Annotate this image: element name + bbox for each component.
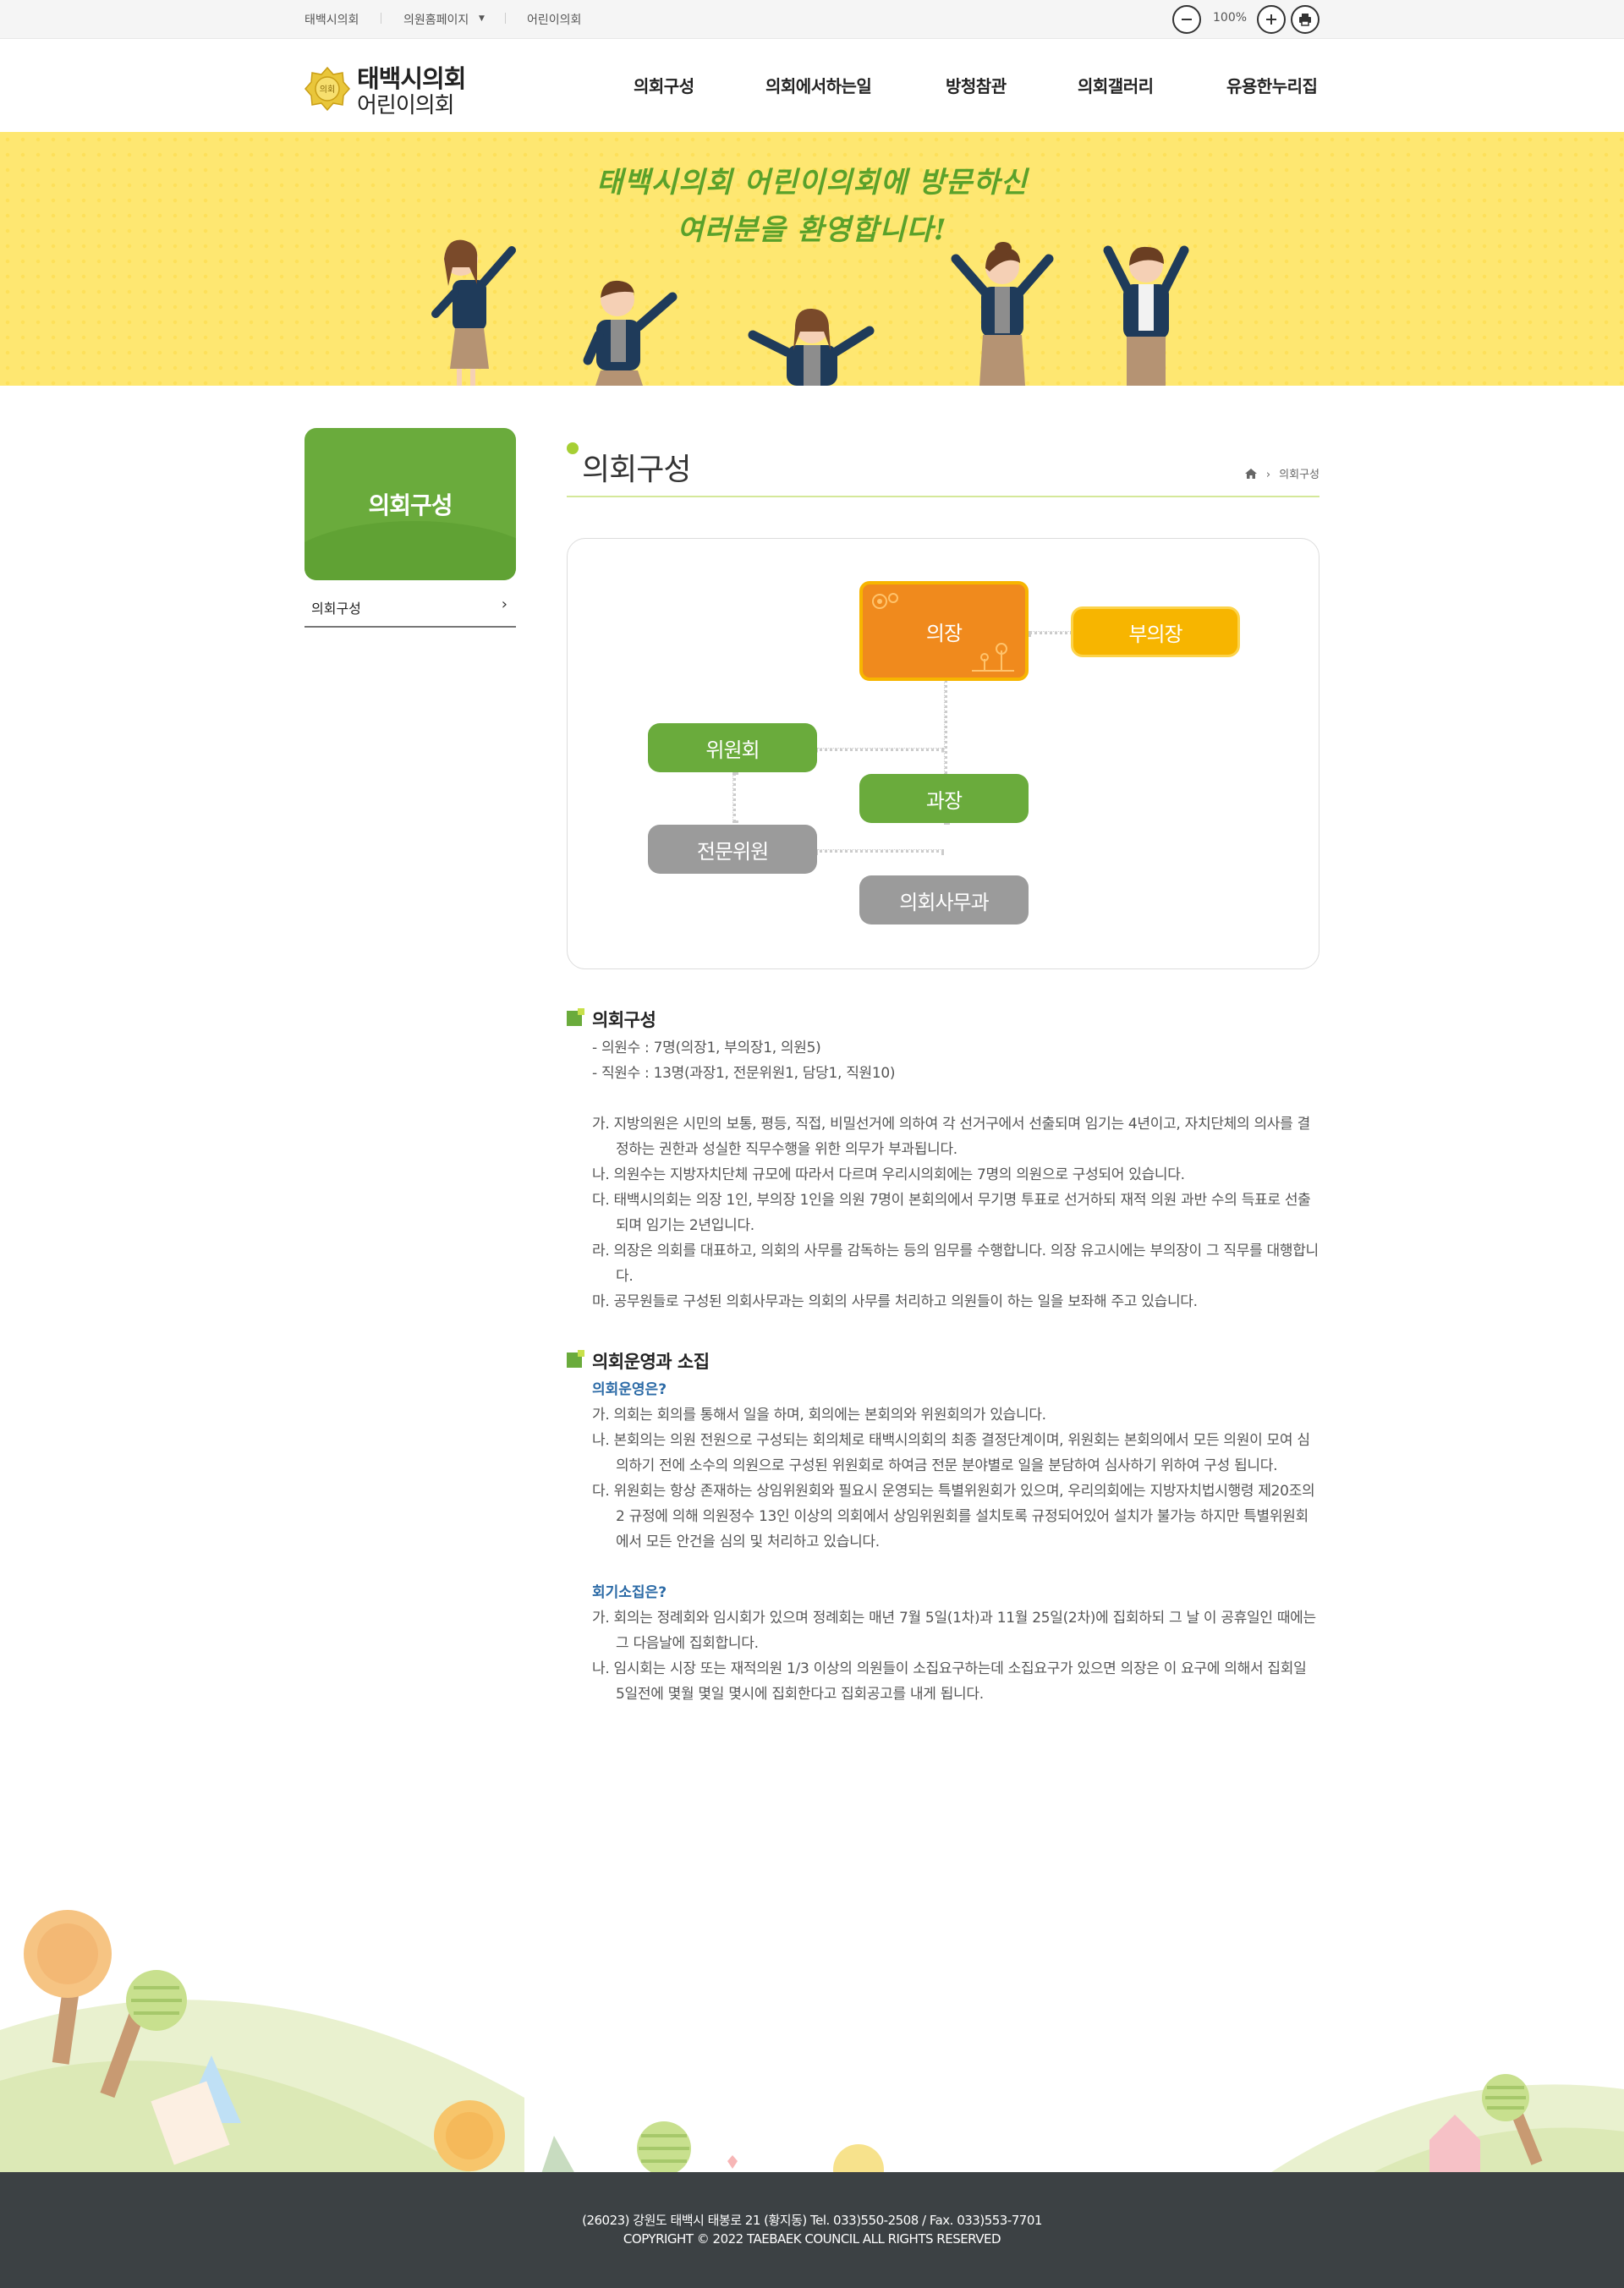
title-underline (567, 496, 1320, 497)
org-chart: 의장 부의장 위원회 과장 전문위원 의회사무과 (567, 538, 1320, 969)
summary-line: - 의원수 : 7명(의장1, 부의장1, 의원5) (592, 1040, 821, 1056)
logo-subtitle: 어린이의회 (357, 93, 455, 118)
connector-line (732, 772, 736, 823)
org-label-specialist: 전문위원 (696, 839, 769, 864)
plus-icon (1266, 14, 1276, 25)
student-illustration (1103, 245, 1189, 386)
breadcrumb: › 의회구성 (1244, 465, 1320, 481)
zoom-in-button[interactable] (1257, 5, 1286, 34)
site-logo[interactable]: 의회 태백시의회 어린이의회 (304, 58, 482, 118)
list-item: 마. 공무원들로 구성된 의회사무과는 의회의 사무를 처리하고 의원들이 하는… (592, 1293, 1198, 1310)
org-box-specialist: 전문위원 (648, 825, 817, 874)
caret-down-icon[interactable]: ▼ (479, 14, 485, 23)
council-emblem-icon: 의회 (304, 66, 350, 112)
nav-item-gallery[interactable]: 의회갤러리 (1078, 73, 1154, 97)
list-item: 나. 의원수는 지방자치단체 규모에 따라서 다르며 우리시의회에는 7명의 의… (592, 1166, 1185, 1183)
list-item: 다. 위원회는 항상 존재하는 상임위원회와 필요시 운영되는 특별위원회가 있… (592, 1483, 1315, 1550)
subheading: 회기소집은? (592, 1584, 667, 1601)
page-title: 의회구성 (582, 453, 691, 487)
zoom-level: 100% (1213, 11, 1248, 25)
org-label-committee: 위원회 (705, 738, 760, 762)
sidebar-item-council-composition[interactable]: 의회구성 › (304, 580, 516, 628)
title-bullet (567, 442, 579, 454)
sidebar: 의회구성 의회구성 › (304, 428, 516, 628)
org-box-committee: 위원회 (648, 723, 817, 772)
section-council-composition: 의회구성 - 의원수 : 7명(의장1, 부의장1, 의원5) - 직원수 : … (567, 1007, 1320, 1314)
footer-copyright: COPYRIGHT © 2022 TAEBAEK COUNCIL ALL RIG… (623, 2231, 1001, 2247)
list-item: 가. 지방의원은 시민의 보통, 평등, 직접, 비밀선거에 의하여 각 선거구… (592, 1116, 1310, 1158)
summary-line: - 직원수 : 13명(과장1, 전문위원1, 담당1, 직원10) (592, 1065, 896, 1082)
home-icon[interactable] (1244, 468, 1258, 480)
org-box-vice-chair: 부의장 (1071, 606, 1240, 657)
sidebar-item-label: 의회구성 (311, 601, 361, 617)
topbar-link-council[interactable]: 태백시의회 (304, 11, 359, 28)
org-box-secretariat: 의회사무과 (859, 875, 1029, 925)
org-label-vice-chair: 부의장 (1128, 622, 1182, 646)
org-box-chair: 의장 (859, 581, 1029, 681)
org-label-secretariat: 의회사무과 (899, 890, 989, 914)
sidebar-title-box: 의회구성 (304, 428, 516, 580)
section-council-operation: 의회운영과 소집 의회운영은? 가. 의회는 회의를 통해서 일을 하며, 회의… (567, 1348, 1320, 1707)
sidebar-title: 의회구성 (368, 491, 453, 519)
top-utility-bar: 태백시의회 의원홈페이지 ▼ 어린이의회 100% (0, 0, 1624, 39)
list-item: 나. 임시회는 시장 또는 재적의원 1/3 이상의 의원들이 소집요구하는데 … (592, 1660, 1307, 1703)
list-item: 가. 회의는 정례회와 임시회가 있으며 정례회는 매년 7월 5일(1차)과 … (592, 1610, 1316, 1652)
breadcrumb-current[interactable]: 의회구성 (1279, 469, 1320, 481)
footer-address: (26023) 강원도 태백시 태봉로 21 (황지동) Tel. 033)55… (582, 2213, 1042, 2228)
banner-text-line2: 여러분을 환영합니다! (677, 213, 947, 247)
banner-text-line1: 태백시의회 어린이의회에 방문하신 (596, 166, 1028, 200)
chevron-right-icon: › (501, 595, 508, 613)
list-item: 라. 의장은 의회를 대표하고, 의회의 사무를 감독하는 등의 임무를 수행합… (592, 1243, 1319, 1285)
footer-landscape-illustration (0, 1910, 1624, 2174)
square-bullet-icon (567, 1350, 584, 1368)
flower-icon (872, 593, 898, 609)
subheading: 의회운영은? (592, 1381, 667, 1398)
site-header: 의회 태백시의회 어린이의회 의회구성 의회에서하는일 방청참관 의회갤러리 유… (0, 39, 1624, 132)
connector-line (815, 849, 944, 853)
topbar-link-children-council[interactable]: 어린이의회 (527, 11, 581, 28)
emblem-text: 의회 (320, 85, 335, 95)
print-button[interactable] (1291, 5, 1320, 34)
list-item: 가. 의회는 회의를 통해서 일을 하며, 회의에는 본회의와 위원회의가 있습… (592, 1407, 1046, 1424)
section-heading: 의회구성 (567, 1007, 1320, 1035)
student-illustration (748, 308, 875, 386)
org-box-section-chief: 과장 (859, 774, 1029, 823)
student-illustration (583, 280, 678, 386)
connector-line (815, 748, 944, 751)
minus-icon (1182, 19, 1192, 20)
divider (505, 13, 506, 24)
section-heading: 의회운영과 소집 (567, 1348, 1320, 1377)
zoom-out-button[interactable] (1172, 5, 1201, 34)
nav-item-council-composition[interactable]: 의회구성 (634, 73, 694, 97)
print-icon (1299, 14, 1311, 26)
list-item: 다. 태백시의회는 의장 1인, 부의장 1인을 의원 7명이 본회의에서 무기… (592, 1192, 1311, 1234)
list-item: 나. 본회의는 의원 전원으로 구성되는 회의체로 태백시의회의 최종 결정단계… (592, 1432, 1310, 1474)
tree-icon (972, 643, 1014, 672)
welcome-banner: 태백시의회 어린이의회에 방문하신 여러분을 환영합니다! (0, 132, 1624, 386)
nav-item-council-work[interactable]: 의회에서하는일 (765, 73, 872, 97)
topbar-link-member-homepage[interactable]: 의원홈페이지 (403, 11, 469, 28)
org-label-section-chief: 과장 (925, 788, 963, 813)
square-bullet-icon (567, 1008, 584, 1026)
site-footer: (26023) 강원도 태백시 태봉로 21 (황지동) Tel. 033)55… (0, 2172, 1624, 2288)
student-illustration (951, 242, 1054, 386)
org-label-chair: 의장 (925, 621, 963, 645)
student-illustration (431, 239, 516, 386)
nav-item-visit[interactable]: 방청참관 (946, 73, 1007, 97)
nav-item-useful-links[interactable]: 유용한누리집 (1226, 73, 1318, 97)
